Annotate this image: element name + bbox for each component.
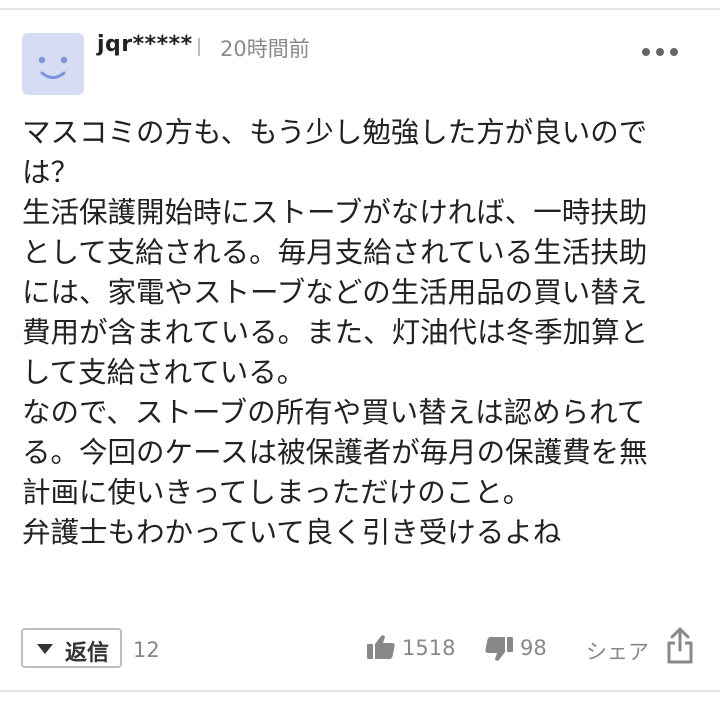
comment-body: マスコミの方も、もう少し勉強した方が良いので は？ 生活保護開始時にストーブがな… [22,113,692,553]
dislike-count: 98 [520,636,547,660]
comment-body-line: る。今回のケースは被保護者が毎月の保護費を無 [22,436,648,469]
timestamp: 20時間前 [220,37,310,61]
comment-body-line: として支給される。毎月支給されている生活扶助 [22,236,648,269]
comment-body-line: は？ [22,156,80,189]
comment-body-line: して支給されている。 [22,356,306,389]
comment-card: jqr***** 20時間前 マスコミの方も、もう少し勉強した方が良いので は？… [0,0,720,705]
triangle-down-icon [37,644,53,654]
comment-body-line: マスコミの方も、もう少し勉強した方が良いので [22,116,648,149]
thumbs-down-icon [485,637,513,661]
reply-count: 12 [133,638,160,662]
like-count: 1518 [402,636,456,660]
share-icon [667,627,693,664]
comment-body-line: 弁護士もわかっていて良く引き受けるよね [22,516,562,549]
more-options-button[interactable] [636,40,684,64]
comment-body-line: 費用が含まれている。また、灯油代は冬季加算と [22,316,649,349]
smiley-face-icon [38,56,68,79]
username[interactable]: jqr***** [97,32,193,57]
share-label: シェア [586,640,649,664]
avatar[interactable] [22,33,84,95]
comment-body-line: には、家電やストーブなどの生活用品の買い替え [22,276,648,309]
comment-body-line: なので、ストーブの所有や買い替えは認められて [22,396,646,429]
meta-separator [198,38,200,56]
bottom-divider [0,690,720,692]
comment-body-line: 計画に使いきってしまっただけのこと。 [22,476,532,509]
top-divider [0,8,720,10]
comment-body-line: 生活保護開始時にストーブがなければ、一時扶助 [22,196,648,229]
thumbs-up-icon [367,635,395,659]
reply-button[interactable]: 返信 [21,628,122,668]
reply-label: 返信 [65,641,110,666]
more-dots-icon [642,48,678,56]
